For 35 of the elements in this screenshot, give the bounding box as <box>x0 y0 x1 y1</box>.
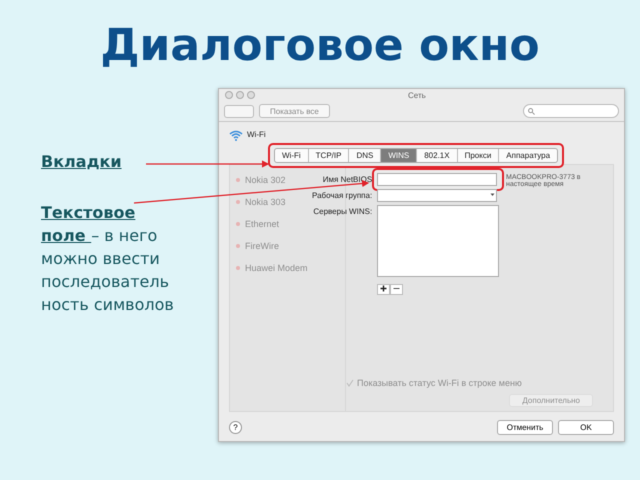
field-label: Рабочая группа: <box>312 190 372 200</box>
dialog-button[interactable]: Отменить <box>497 420 553 435</box>
search-icon <box>528 108 535 114</box>
tab[interactable]: Wi-Fi <box>275 149 309 162</box>
status-dot <box>236 178 240 182</box>
minus-icon <box>393 285 400 292</box>
service-name: Wi-Fi <box>247 130 266 139</box>
wifi-icon <box>229 130 243 141</box>
callout-text: Вкладки <box>41 151 123 173</box>
status-dot <box>236 244 240 248</box>
tab[interactable]: TCP/IP <box>308 149 350 162</box>
status-dot <box>236 266 240 270</box>
dialog-button[interactable]: OK <box>558 420 614 435</box>
tab[interactable]: 802.1X <box>417 149 458 162</box>
help-button[interactable]: ? <box>229 421 242 434</box>
tab[interactable]: Прокси <box>458 149 500 162</box>
tab[interactable]: Аппаратура <box>499 149 558 162</box>
add-button[interactable] <box>377 284 390 295</box>
window-title: Сеть <box>408 90 426 100</box>
search-field[interactable] <box>523 104 619 118</box>
field-label: Имя NetBIOS <box>322 174 372 184</box>
checkbox-label: Показывать статус Wi-Fi в строке меню <box>357 378 522 388</box>
slide-title: Диалоговое окно <box>99 19 541 73</box>
plus-icon <box>380 285 388 292</box>
text-field[interactable] <box>377 173 498 186</box>
back-forward-button[interactable] <box>224 104 254 118</box>
list-field[interactable] <box>377 205 500 277</box>
remove-button[interactable] <box>390 284 404 295</box>
tab[interactable]: WINS <box>381 149 418 162</box>
status-dot <box>236 222 240 226</box>
field-label: Серверы WINS: <box>313 206 372 216</box>
dropdown-field[interactable] <box>377 189 498 202</box>
checkbox[interactable] <box>346 379 354 387</box>
status-dot <box>236 200 240 204</box>
callout-text: Текстовое поле – в него можно ввести последовательность символов <box>41 202 175 316</box>
